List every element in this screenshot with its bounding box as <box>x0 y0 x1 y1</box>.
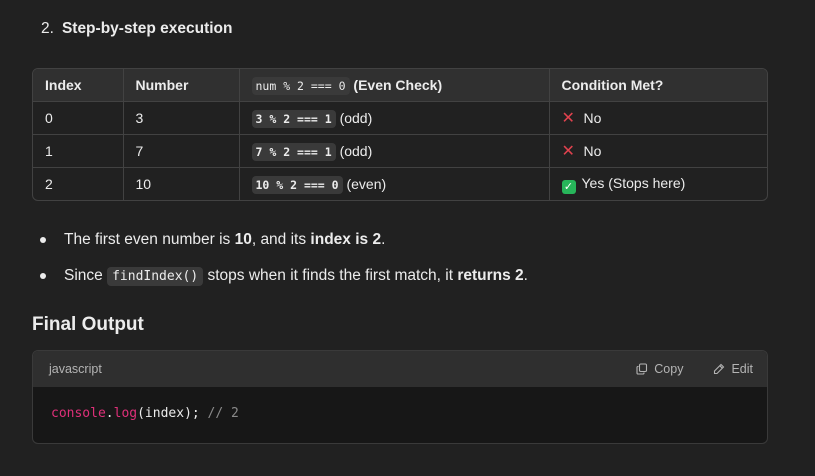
table-row: 0 3 3 % 2 === 1 (odd) ✕ No <box>33 101 767 135</box>
text: The first even number is <box>64 231 235 248</box>
cell-result: Yes (Stops here) <box>581 174 686 191</box>
code-block: javascript Copy Edit console.log(index);… <box>32 350 768 444</box>
code-content: console.log(index); // 2 <box>33 387 767 440</box>
bold-text: returns 2 <box>457 267 524 284</box>
cell-parity: (odd) <box>339 110 373 126</box>
cross-mark-icon: ✕ <box>561 110 575 127</box>
cell-result: No <box>583 143 602 159</box>
final-output-heading: Final Output <box>32 314 144 335</box>
code-token-dot: . <box>105 406 114 421</box>
cell-expression: 7 % 2 === 1 <box>251 143 336 161</box>
header-condition: Condition Met? <box>549 69 767 102</box>
header-number: Number <box>123 69 240 102</box>
check-mark-icon: ✓ <box>561 179 576 194</box>
cell-even-check: 7 % 2 === 1 (odd) <box>239 134 550 168</box>
header-even-check: num % 2 === 0 (Even Check) <box>239 69 550 102</box>
edit-label: Edit <box>731 362 753 376</box>
cell-condition: ✕ No <box>549 101 767 135</box>
step-number: 2. <box>41 20 54 37</box>
cell-parity: (even) <box>346 176 387 192</box>
code-token-function: log <box>113 406 138 421</box>
pencil-icon <box>714 363 725 375</box>
cell-expression: 3 % 2 === 1 <box>251 110 336 128</box>
execution-table: Index Number num % 2 === 0 (Even Check) … <box>32 68 768 201</box>
cross-mark-icon: ✕ <box>561 143 575 160</box>
explanation-list: The first even number is 10, and its ind… <box>40 228 528 300</box>
table-header-row: Index Number num % 2 === 0 (Even Check) … <box>33 69 767 102</box>
code-actions: Copy Edit <box>636 362 753 376</box>
header-index: Index <box>33 69 124 102</box>
copy-icon <box>636 363 648 375</box>
text: . <box>381 231 386 248</box>
text: stops when it finds the first match, it <box>203 267 458 284</box>
inline-code: findIndex() <box>107 267 204 286</box>
list-item: The first even number is 10, and its ind… <box>40 228 528 264</box>
copy-label: Copy <box>654 362 684 376</box>
edit-button[interactable]: Edit <box>713 362 753 376</box>
code-token-object: console <box>51 406 106 421</box>
header-even-check-code: num % 2 === 0 <box>251 77 350 95</box>
cell-number: 10 <box>123 167 240 200</box>
cell-result: No <box>583 110 602 126</box>
bold-number: 10 <box>234 231 252 248</box>
code-token-args: (index); <box>137 406 200 421</box>
text: Since <box>64 267 108 284</box>
table-row: 2 10 10 % 2 === 0 (even) ✓ Yes (Stops her… <box>33 167 767 201</box>
cell-condition: ✕ No <box>549 134 767 168</box>
cell-even-check: 3 % 2 === 1 (odd) <box>239 101 550 135</box>
cell-number: 3 <box>123 101 240 135</box>
step-heading: 2. Step-by-step execution <box>41 20 232 38</box>
step-title: Step-by-step execution <box>61 20 233 37</box>
list-item: Since findIndex() stops when it finds th… <box>40 264 528 300</box>
chat-response: 2. Step-by-step execution Index Number nu… <box>0 0 815 476</box>
cell-parity: (odd) <box>339 143 373 159</box>
code-language-label: javascript <box>49 362 102 376</box>
text: , and its <box>251 231 311 248</box>
header-even-check-label: (Even Check) <box>353 77 443 93</box>
cell-index: 2 <box>33 167 124 200</box>
copy-button[interactable]: Copy <box>636 362 683 376</box>
cell-even-check: 10 % 2 === 0 (even) <box>239 167 550 200</box>
cell-index: 1 <box>33 134 124 168</box>
cell-number: 7 <box>123 134 240 168</box>
code-block-header: javascript Copy Edit <box>33 351 767 387</box>
code-token-comment: // 2 <box>199 406 239 421</box>
cell-index: 0 <box>33 101 124 135</box>
bold-text: index is 2 <box>310 231 382 248</box>
text: . <box>523 267 528 284</box>
cell-condition: ✓ Yes (Stops here) <box>549 168 767 201</box>
table-row: 1 7 7 % 2 === 1 (odd) ✕ No <box>33 134 767 168</box>
cell-expression: 10 % 2 === 0 <box>251 176 343 194</box>
